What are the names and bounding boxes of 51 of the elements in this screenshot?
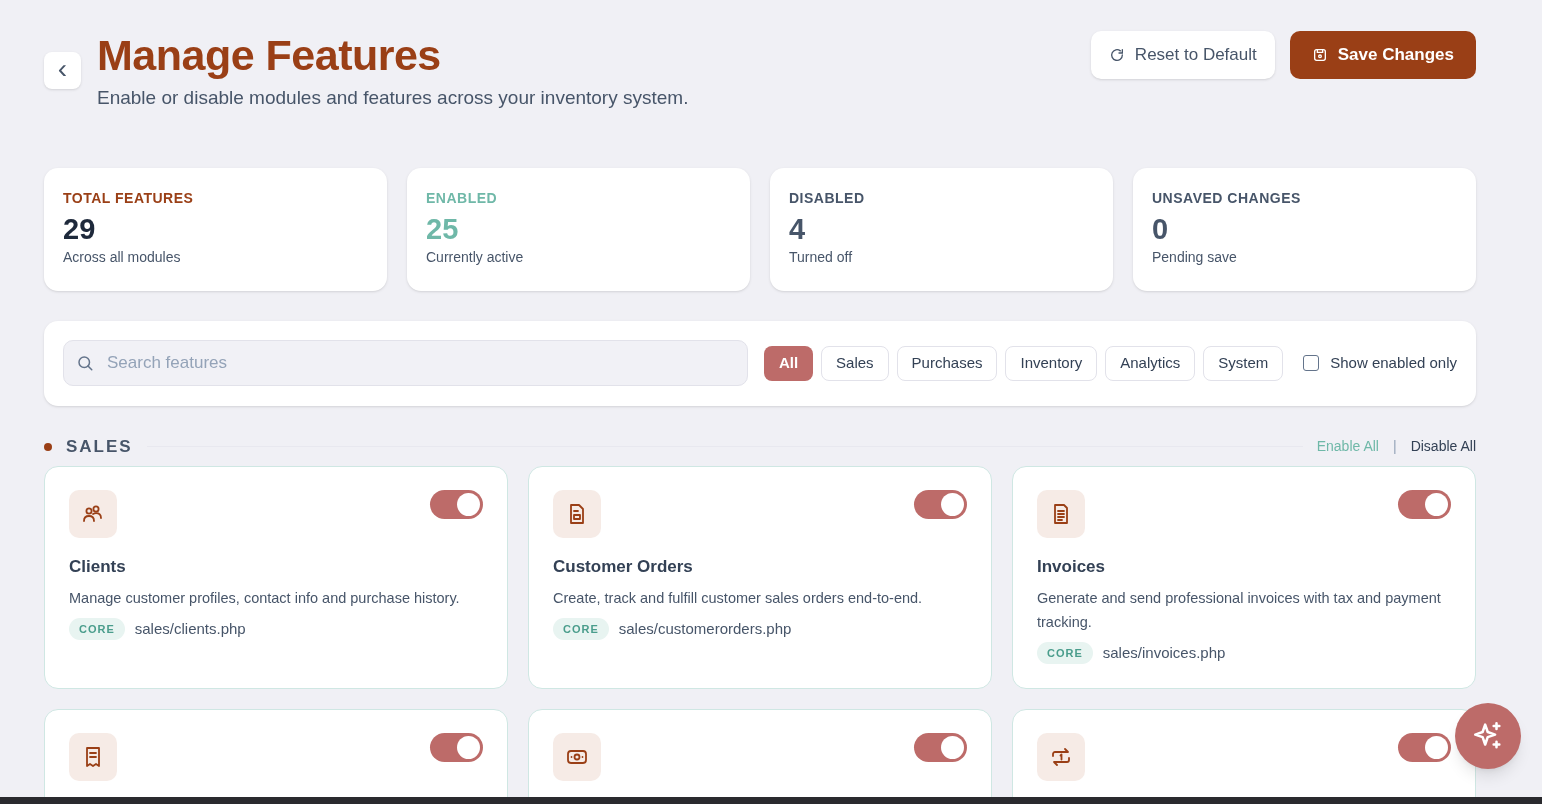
toggle-switch[interactable]: [430, 489, 483, 519]
toggle-switch[interactable]: [1398, 732, 1451, 762]
stat-note: Across all modules: [63, 247, 181, 267]
feature-name: Invoices: [1037, 555, 1106, 578]
save-icon: [1311, 47, 1328, 63]
file-path: sales/clients.php: [134, 619, 246, 639]
search-field[interactable]: Search features: [63, 340, 748, 386]
save-button[interactable]: Save Changes: [1289, 31, 1476, 79]
reset-button[interactable]: Reset to Default: [1090, 31, 1275, 79]
filter-tab[interactable]: All: [763, 345, 814, 381]
feature-name: Clients: [69, 555, 126, 578]
feature-description: Manage customer profiles, contact info and purchase history.: [69, 589, 460, 608]
toggle-switch[interactable]: [1398, 489, 1451, 519]
core-badge: CORE: [553, 618, 609, 641]
stat-label: UNSAVED CHANGES: [1152, 188, 1301, 208]
stat-label: TOTAL FEATURES: [63, 188, 194, 208]
core-badge: CORE: [69, 618, 125, 641]
file-path: sales/customerorders.php: [618, 619, 792, 639]
sparkle-button[interactable]: [1455, 703, 1521, 769]
feature-description: Create, track and fulfill customer sales orders end-to-end.: [553, 589, 923, 608]
stat-note: Turned off: [789, 247, 853, 267]
stat-value: 29: [63, 211, 96, 247]
stat-value: 0: [1152, 211, 1169, 247]
checkbox[interactable]: [1303, 355, 1320, 371]
filter-tab[interactable]: Inventory: [1005, 345, 1098, 381]
stat-note: Pending save: [1152, 247, 1237, 267]
disable-all-link[interactable]: Disable All: [1410, 436, 1476, 457]
feature-name: Customer Orders: [553, 555, 693, 578]
stat-value: 25: [426, 211, 459, 247]
back-button[interactable]: ‹: [44, 52, 81, 89]
filter-tab[interactable]: Sales: [821, 345, 889, 381]
core-badge: CORE: [1037, 642, 1093, 665]
toggle-switch[interactable]: [914, 489, 967, 519]
search-icon: [76, 354, 94, 372]
separator: |: [1393, 437, 1397, 456]
stat-label: ENABLED: [426, 188, 498, 208]
file-path: sales/invoices.php: [1102, 643, 1226, 663]
filter-tab[interactable]: System: [1203, 345, 1284, 381]
page-title: Manage Features: [97, 30, 442, 80]
refresh-icon: [1108, 47, 1125, 63]
checkbox-label: Show enabled only: [1330, 352, 1457, 373]
stat-note: Currently active: [426, 247, 524, 267]
stat-value: 4: [789, 211, 806, 247]
toggle-switch[interactable]: [914, 732, 967, 762]
filter-tab[interactable]: Analytics: [1105, 345, 1196, 381]
page-subtitle: Enable or disable modules and features across your inventory system.: [97, 86, 689, 110]
feature-description: Generate and send professional invoices with tax and payment tracking.: [1037, 589, 1442, 632]
toggle-switch[interactable]: [430, 732, 483, 762]
filter-tab[interactable]: Purchases: [896, 345, 998, 381]
section-title: SALES: [66, 435, 133, 458]
stat-label: DISABLED: [789, 188, 865, 208]
